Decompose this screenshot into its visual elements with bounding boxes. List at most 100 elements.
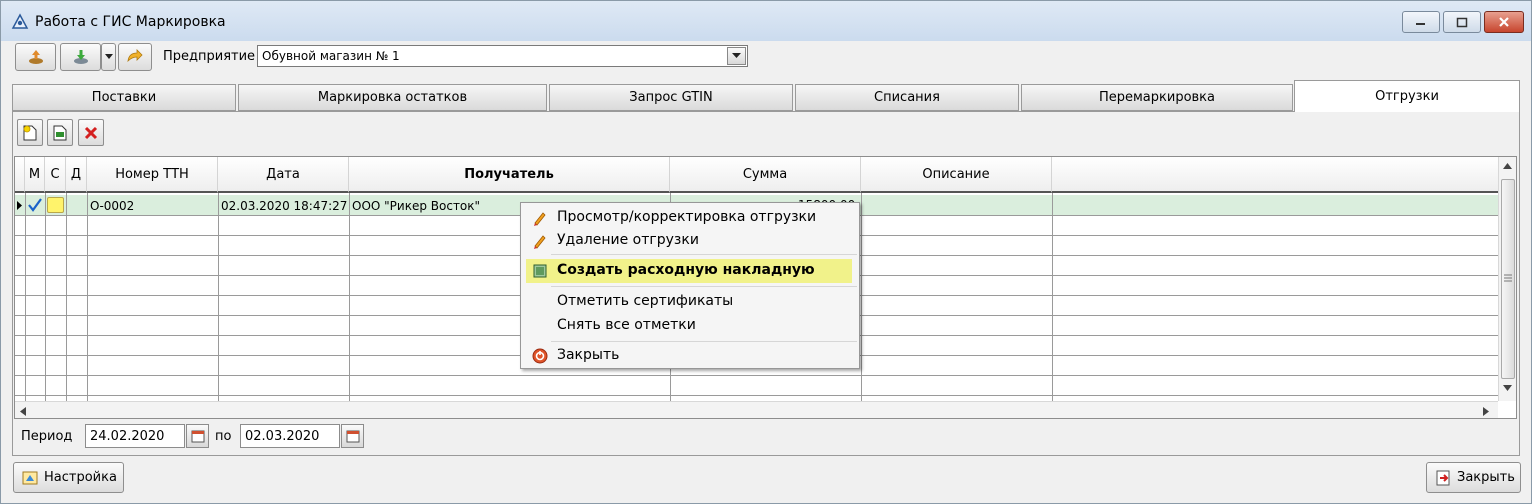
vertical-scrollbar[interactable] [1498,157,1516,401]
calendar-icon [346,430,359,443]
tab-gtin-request[interactable]: Запрос GTIN [549,84,793,111]
grid-line [1052,193,1053,403]
grid-line [66,193,67,403]
menu-separator [551,254,857,255]
maximize-button[interactable] [1443,11,1481,33]
period-label: Период [21,429,73,444]
grid-line [218,193,219,403]
menu-item-mark-certificates[interactable]: Отметить сертификаты [526,290,852,314]
edit-document-icon [53,125,67,140]
add-button[interactable] [17,119,43,146]
chevron-down-icon [732,53,741,58]
edit-button[interactable] [47,119,73,146]
menu-item-close[interactable]: Закрыть [526,344,852,368]
enterprise-label: Предприятие [163,49,256,64]
minimize-icon [1416,23,1425,25]
tab-postavki[interactable]: Поставки [12,84,236,111]
column-header-label: С [50,166,60,182]
tab-label: Отгрузки [1375,89,1439,104]
column-header-label: Дата [266,166,300,182]
column-header-label: Номер ТТН [115,166,189,182]
column-header[interactable]: Получатель [349,157,670,193]
settings-button[interactable]: Настройка [13,462,124,493]
window-title: Работа с ГИС Маркировка [35,14,226,30]
grid-line [15,395,1498,396]
tab-label: Перемаркировка [1098,90,1216,105]
document-icon [533,264,547,278]
grid-line [349,193,350,403]
menu-item-label: Создать расходную накладную [557,262,815,278]
download-icon [73,50,88,64]
new-document-icon [23,125,37,140]
app-icon [11,13,29,29]
grid-line [15,375,1498,376]
period-from-value: 24.02.2020 [90,429,165,444]
title-bar: Работа с ГИС Маркировка [1,1,1531,41]
enterprise-dropdown-arrow[interactable] [727,47,746,65]
period-from-calendar-button[interactable] [186,424,209,448]
tab-writeoffs[interactable]: Списания [795,84,1019,111]
check-mark-icon[interactable] [27,197,43,213]
period-to-input[interactable]: 02.03.2020 [240,424,340,448]
column-header[interactable]: Сумма [670,157,861,193]
download-button[interactable] [60,43,101,71]
tab-label: Списания [874,90,940,105]
menu-item-view-edit-shipment[interactable]: Просмотр/корректировка отгрузки [526,206,852,230]
scroll-down-icon[interactable] [1503,385,1512,391]
close-button-label: Закрыть [1457,470,1515,485]
column-header[interactable]: С [45,157,66,193]
chevron-down-icon [104,54,113,59]
tab-shipments[interactable]: Отгрузки [1294,80,1520,112]
table-cell-recipient: ООО "Рикер Восток" [352,199,481,213]
settings-icon [22,471,38,484]
pencil-icon [534,212,546,226]
column-header[interactable]: М [25,157,45,193]
restore-icon [1456,17,1468,27]
grid-line [87,193,88,403]
column-header-label: М [28,166,41,182]
period-to-value: 02.03.2020 [245,429,320,444]
delete-button[interactable] [78,119,104,146]
minimize-button[interactable] [1402,11,1440,33]
column-header[interactable]: Д [66,157,87,193]
tab-marking-remains[interactable]: Маркировка остатков [238,84,547,111]
scroll-up-icon[interactable] [1503,163,1512,169]
column-header[interactable]: Номер ТТН [87,157,218,193]
column-header-label: Сумма [742,166,788,182]
context-menu: Просмотр/корректировка отгрузки Удаление… [520,202,860,369]
column-header[interactable]: Дата [218,157,349,193]
enterprise-select[interactable]: Обувной магазин № 1 [257,45,748,67]
menu-item-label: Закрыть [557,347,620,363]
close-button[interactable]: Закрыть [1426,462,1521,493]
close-circle-icon [532,348,548,364]
refresh-button[interactable] [118,43,152,71]
column-header[interactable]: Описание [861,157,1052,193]
calendar-icon [191,430,204,443]
column-header-empty [1052,157,1498,193]
tab-remarking[interactable]: Перемаркировка [1021,84,1293,111]
enterprise-value: Обувной магазин № 1 [262,49,400,63]
scroll-left-icon[interactable] [20,407,26,416]
tab-label: Поставки [91,90,157,105]
grip-icon [1504,274,1512,282]
main-window: Работа с ГИС Маркировка Предприятие Обув… [0,0,1532,504]
exit-icon [1436,470,1450,485]
menu-item-delete-shipment[interactable]: Удаление отгрузки [526,229,852,253]
menu-item-create-invoice[interactable]: Создать расходную накладную [526,259,852,283]
download-dropdown-button[interactable] [101,43,116,71]
vertical-scroll-thumb[interactable] [1501,179,1515,379]
upload-button[interactable] [15,43,56,71]
close-window-button[interactable] [1484,11,1524,33]
period-to-calendar-button[interactable] [341,424,364,448]
horizontal-scrollbar[interactable] [15,401,1498,418]
scroll-right-icon[interactable] [1483,407,1489,416]
table-cell-date: 02.03.2020 18:47:27 [221,199,348,213]
menu-item-label: Удаление отгрузки [557,232,699,248]
period-from-input[interactable]: 24.02.2020 [85,424,185,448]
row-indicator-header [15,157,25,193]
grid-line [45,193,46,403]
refresh-arrow-icon [127,49,143,63]
status-marker-yellow[interactable] [47,197,64,213]
tab-label: Запрос GTIN [629,90,713,105]
menu-item-clear-marks[interactable]: Снять все отметки [526,314,852,338]
